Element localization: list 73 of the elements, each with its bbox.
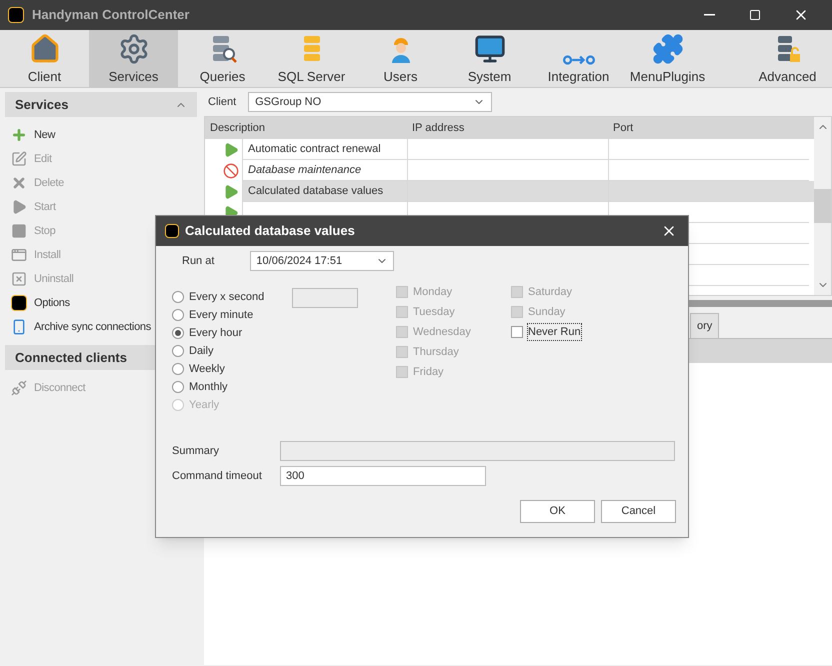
- maximize-icon: [749, 9, 761, 21]
- dialog-title: Calculated database values: [185, 222, 355, 240]
- minimize-icon: [704, 14, 714, 16]
- puzzle-icon: [652, 32, 684, 64]
- toolbar-tab[interactable]: MenuPlugins: [623, 30, 712, 87]
- scroll-thumb[interactable]: [814, 189, 831, 223]
- house-icon: [28, 32, 60, 64]
- checkbox-label: Sunday: [528, 304, 566, 320]
- timeout-label: Command timeout: [172, 468, 263, 484]
- run-at-label: Run at: [182, 254, 214, 269]
- disconnect-icon: [11, 380, 27, 396]
- window-icon: [11, 247, 27, 263]
- checkbox-label: Friday: [413, 364, 444, 380]
- checkbox-label: Thursday: [413, 344, 459, 360]
- toolbar-tab[interactable]: Integration: [534, 30, 623, 87]
- app-logo-icon: [8, 7, 24, 23]
- timeout-value: 300: [286, 468, 304, 484]
- checkbox-label: Never Run: [528, 324, 581, 340]
- connector-icon: [562, 54, 594, 64]
- section-title: Services: [15, 96, 68, 114]
- summary-label: Summary: [172, 444, 220, 459]
- schedule-radio[interactable]: Every x second: [172, 288, 292, 306]
- column-header[interactable]: Description: [205, 117, 407, 139]
- section-title: Connected clients: [15, 348, 127, 367]
- checkbox-label: Monday: [413, 284, 452, 300]
- toolbar-tab[interactable]: Services: [89, 30, 178, 87]
- play-icon: [223, 142, 239, 158]
- schedule-radio[interactable]: Every minute: [172, 306, 292, 324]
- toolbar-tab[interactable]: Users: [356, 30, 445, 87]
- window-title: Handyman ControlCenter: [32, 6, 190, 24]
- client-dropdown[interactable]: GSGroup NO: [248, 92, 492, 112]
- section-header[interactable]: Services: [5, 92, 197, 117]
- play-icon: [11, 199, 27, 215]
- delete-icon: [11, 175, 27, 191]
- plus-icon: [11, 127, 27, 143]
- toolbar-tab[interactable]: Queries: [178, 30, 267, 87]
- toolbar-tab[interactable]: Advanced: [743, 30, 832, 87]
- table-cell-text: Database maintenance: [248, 162, 362, 178]
- sidebar-item[interactable]: New: [5, 123, 197, 147]
- run-at-value: 10/06/2024 17:51: [256, 254, 342, 269]
- app-logo-icon: [165, 224, 179, 238]
- checkbox-label: Wednesday: [413, 324, 471, 340]
- gears-icon: [118, 32, 150, 64]
- dialog-button[interactable]: Cancel: [601, 500, 676, 523]
- client-value: GSGroup NO: [255, 94, 322, 110]
- play-icon: [223, 184, 239, 200]
- table-cell-text: Calculated database values: [248, 184, 384, 199]
- schedule-radio[interactable]: Monthly: [172, 378, 292, 396]
- day-checkbox[interactable]: Never Run: [511, 322, 626, 342]
- toolbar-tab[interactable]: SQL Server: [267, 30, 356, 87]
- computer-icon: [474, 32, 506, 64]
- client-label: Client: [208, 94, 236, 110]
- table-row[interactable]: Calculated database values: [205, 181, 814, 202]
- tab[interactable]: ory: [690, 313, 720, 338]
- timeout-field[interactable]: 300: [280, 466, 486, 486]
- phone-icon: [11, 319, 27, 335]
- blocked-icon: [223, 162, 239, 178]
- run-at-dropdown[interactable]: 10/06/2024 17:51: [250, 251, 394, 271]
- edit-icon: [11, 151, 27, 167]
- column-header[interactable]: Port: [608, 117, 809, 139]
- schedule-radio[interactable]: Every hour: [172, 324, 292, 342]
- table-cell-text: Automatic contract renewal: [248, 142, 381, 157]
- dialog-button[interactable]: OK: [520, 500, 595, 523]
- checkbox-label: Tuesday: [413, 304, 455, 320]
- app-logo-icon: [11, 295, 27, 311]
- window-x-icon: [11, 271, 27, 287]
- toolbar-tab[interactable]: System: [445, 30, 534, 87]
- scrollbar[interactable]: [814, 117, 831, 295]
- column-header[interactable]: IP address: [407, 117, 608, 139]
- radio-circle[interactable]: [172, 327, 184, 339]
- stop-icon: [11, 223, 27, 239]
- checkbox-label: Saturday: [528, 284, 572, 300]
- toolbar-tab[interactable]: Client: [0, 30, 89, 87]
